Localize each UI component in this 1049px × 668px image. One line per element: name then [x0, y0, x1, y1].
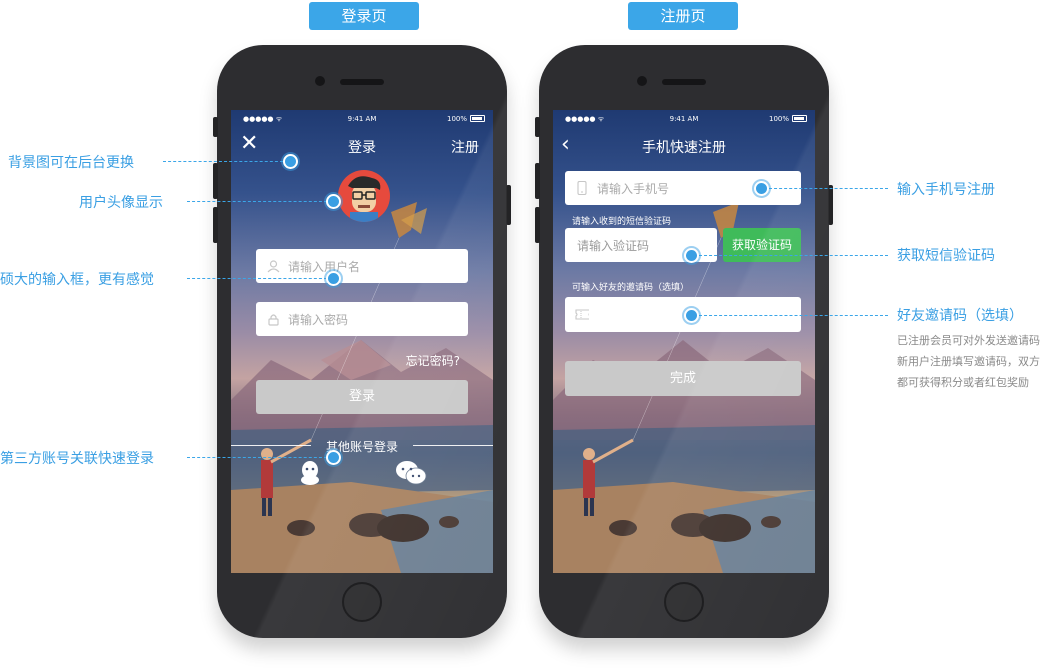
annotation-background: 背景图可在后台更换 [8, 155, 134, 171]
register-screen: ●●●●● ᯤ 9:41 AM 100% ‹ 手机快速注册 请输入手机号 请输入… [553, 110, 815, 573]
power-button [506, 185, 511, 225]
done-button[interactable]: 完成 [565, 361, 801, 396]
annotation-input: 硕大的输入框，更有感觉 [0, 272, 154, 288]
login-button[interactable]: 登录 [256, 380, 468, 414]
leader-line [769, 188, 888, 189]
phone-placeholder: 请输入手机号 [597, 181, 670, 196]
invite-note-line-3: 都可获得积分或者红包奖励 [897, 376, 1029, 389]
leader-line [699, 315, 888, 316]
annotation-sms: 获取短信验证码 [897, 248, 995, 264]
status-bar: ●●●●● ᯤ 9:41 AM 100% [231, 110, 493, 128]
mute-switch [535, 117, 540, 137]
annotation-invite: 好友邀请码（选填） [897, 308, 1023, 324]
battery-percent: 100% [446, 115, 467, 123]
sms-code-placeholder: 请输入验证码 [577, 238, 650, 253]
hotspot-marker [684, 308, 699, 323]
mute-switch [213, 117, 218, 137]
leader-line [187, 201, 327, 202]
qq-icon[interactable] [299, 460, 321, 492]
front-camera [315, 76, 325, 86]
status-bar: ●●●●● ᯤ 9:41 AM 100% [553, 110, 815, 128]
hotspot-marker [326, 450, 341, 465]
hotspot-marker [283, 154, 298, 169]
wechat-icon[interactable] [395, 460, 427, 492]
lock-icon [266, 312, 280, 326]
sms-code-label: 请输入收到的短信验证码 [572, 217, 672, 227]
user-icon [266, 259, 280, 273]
mockup-stage: 登录页 注册页 ●●●●● ᯤ 9:41 AM 100% ✕ 登录 注册 请输入… [0, 0, 1049, 668]
volume-up-button [213, 163, 218, 199]
ticket-icon [575, 308, 589, 322]
earpiece-speaker [340, 79, 384, 85]
register-phone-frame: ●●●●● ᯤ 9:41 AM 100% ‹ 手机快速注册 请输入手机号 请输入… [535, 45, 833, 638]
register-title: 手机快速注册 [642, 140, 726, 156]
volume-down-button [213, 207, 218, 243]
invite-code-label: 可输入好友的邀请码（选填） [572, 283, 690, 293]
mobile-phone-icon [575, 181, 589, 195]
annotation-avatar: 用户头像显示 [79, 195, 163, 211]
leader-line [699, 255, 888, 256]
battery-icon [792, 115, 807, 122]
annotation-third-party: 第三方账号关联快速登录 [0, 451, 154, 467]
login-phone-frame: ●●●●● ᯤ 9:41 AM 100% ✕ 登录 注册 请输入用户名 请输入密… [213, 45, 511, 638]
hotspot-marker [684, 248, 699, 263]
register-page-tag: 注册页 [628, 2, 738, 30]
get-code-button[interactable]: 获取验证码 [723, 228, 801, 262]
username-placeholder: 请输入用户名 [288, 259, 361, 274]
avatar[interactable] [338, 170, 390, 222]
hotspot-marker [754, 181, 769, 196]
leader-line [163, 161, 283, 162]
leader-line [187, 457, 327, 458]
login-screen: ●●●●● ᯤ 9:41 AM 100% ✕ 登录 注册 请输入用户名 请输入密… [231, 110, 493, 573]
avatar-face-icon [348, 176, 381, 222]
register-link[interactable]: 注册 [451, 137, 479, 157]
login-page-tag: 登录页 [309, 2, 419, 30]
battery-percent: 100% [768, 115, 789, 123]
hotspot-marker [326, 194, 341, 209]
volume-up-button [535, 163, 540, 199]
divider-right [413, 445, 493, 446]
invite-note-line-2: 新用户注册填写邀请码，双方 [897, 355, 1040, 368]
leader-line [187, 278, 327, 279]
hotspot-marker [326, 271, 341, 286]
front-camera [637, 76, 647, 86]
password-placeholder: 请输入密码 [288, 312, 349, 327]
volume-down-button [535, 207, 540, 243]
power-button [828, 185, 833, 225]
forgot-password-link[interactable]: 忘记密码? [406, 352, 460, 369]
password-field[interactable]: 请输入密码 [256, 302, 468, 336]
annotation-phone: 输入手机号注册 [897, 182, 995, 198]
home-button[interactable] [342, 582, 382, 622]
invite-note-line-1: 已注册会员可对外发送邀请码 [897, 334, 1040, 347]
other-login-label: 其他账号登录 [325, 440, 398, 454]
earpiece-speaker [662, 79, 706, 85]
home-button[interactable] [664, 582, 704, 622]
battery-icon [470, 115, 485, 122]
